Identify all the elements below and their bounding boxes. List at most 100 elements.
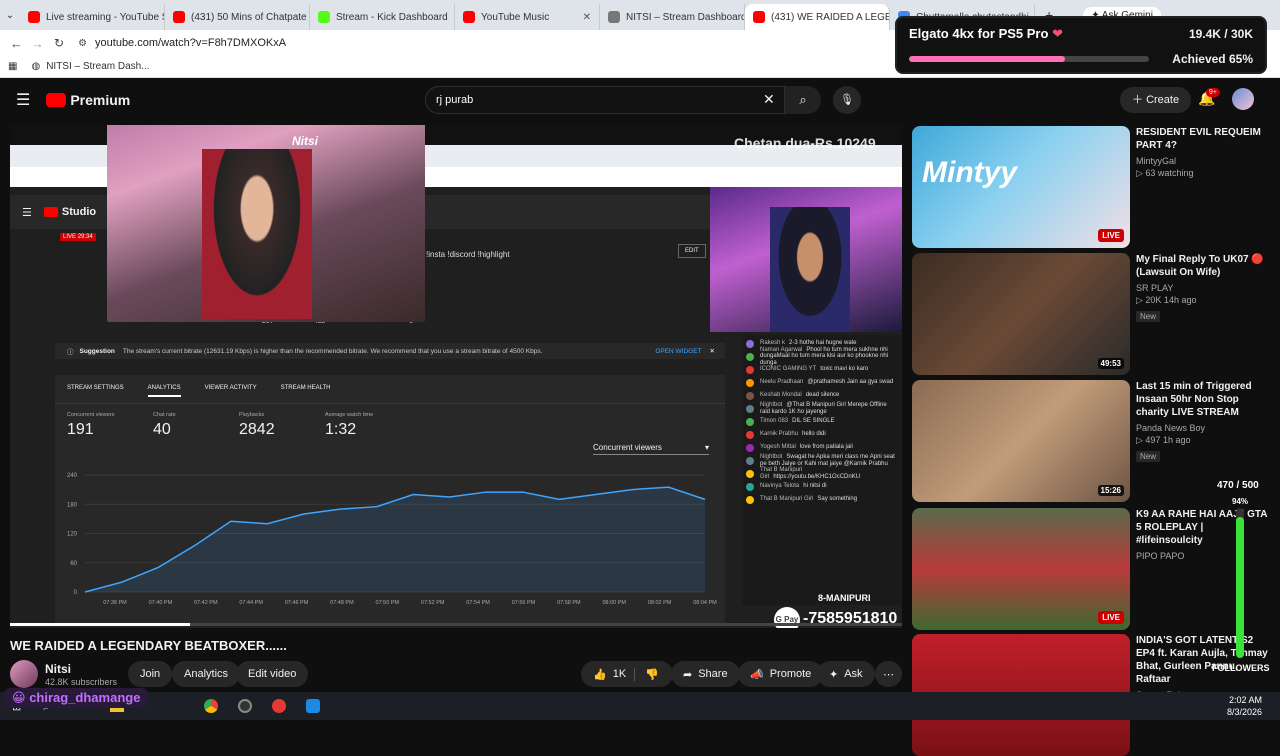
video-title[interactable]: RESIDENT EVIL REQUEIM PART 4? <box>1136 126 1270 152</box>
tab-label: (431) 50 Mins of Chatpate B <box>191 11 310 23</box>
browser-tab[interactable]: NITSI – Stream Dashboard✕ <box>600 4 745 30</box>
channel-name[interactable]: Panda News Boy <box>1136 423 1270 433</box>
chat-user: Nightbot <box>760 402 783 408</box>
search-input[interactable]: rj purab <box>425 86 785 114</box>
analytics-button[interactable]: Analytics <box>172 661 241 687</box>
share-button[interactable]: ➦ Share <box>671 661 740 687</box>
apps-icon[interactable]: ▦ <box>8 61 17 72</box>
channel-name[interactable]: PIPO PAPO <box>1136 551 1270 561</box>
channel-name[interactable]: MintyyGal <box>1136 156 1270 166</box>
forward-icon[interactable]: → <box>31 36 44 51</box>
video-meta: ▷ 497 1h ago <box>1136 435 1191 445</box>
chat-text: 2-3 hothe hai hugne wale <box>789 340 857 347</box>
chat-user: Timon 083 <box>760 418 789 425</box>
x-tick-label: 07:52 PM <box>421 600 445 606</box>
tab-label: YouTube Music <box>481 11 550 23</box>
channel-name[interactable]: SR PLAY <box>1136 283 1270 293</box>
stat-value: 191 <box>67 421 94 438</box>
video-title[interactable]: INDIA'S GOT LATENT S2 EP4 ft. Karan Aujl… <box>1136 634 1270 686</box>
goal-title: Elgato 4kx for PS5 Pro <box>909 26 1049 41</box>
video-thumbnail[interactable]: Mintyy LIVE <box>912 126 1130 248</box>
avatar[interactable] <box>1232 88 1254 110</box>
tab-list-icon[interactable]: ⌄ <box>0 10 20 21</box>
chat-message: Nightbot Swagat he Apka meri class me Apn… <box>746 454 898 467</box>
stat-label: Concurrent viewers <box>67 412 115 418</box>
followers-pct: 94% <box>1232 497 1249 506</box>
edit-video-button[interactable]: Edit video <box>236 661 309 687</box>
recommended-video[interactable]: Mintyy LIVE RESIDENT EVIL REQUEIM PART 4? M… <box>912 126 1272 248</box>
like-button[interactable]: 👍 1K 👎 <box>581 661 673 687</box>
ask-button[interactable]: ✦ Ask <box>817 661 875 687</box>
taskbar-date: 8/3/2026 <box>1226 707 1262 717</box>
x-tick-label: 07:54 PM <box>466 600 490 606</box>
recommended-video[interactable]: LIVE K9 AA RAHE HAI AAJ | GTA 5 ROLEPLAY … <box>912 508 1272 630</box>
chrome-icon[interactable] <box>203 699 218 713</box>
obs-icon[interactable] <box>237 699 252 713</box>
video-title[interactable]: My Final Reply To UK07 🔴 (Lawsuit On Wif… <box>1136 253 1270 279</box>
reload-icon[interactable]: ↻ <box>54 36 64 50</box>
browser-tab[interactable]: Stream - Kick Dashboard✕ <box>310 4 455 30</box>
mic-icon[interactable]: 🎙 <box>833 86 861 114</box>
channel-avatar[interactable] <box>10 660 38 688</box>
video-title[interactable]: K9 AA RAHE HAI AAJ | GTA 5 ROLEPLAY | #l… <box>1136 508 1270 547</box>
browser-tab[interactable]: YouTube Music ✕ <box>455 4 600 30</box>
chat-avatar <box>746 404 754 413</box>
close-tab-icon[interactable]: ✕ <box>448 12 455 23</box>
goal-progress-fill <box>909 56 1065 62</box>
studio-logo-text: Studio <box>61 206 97 218</box>
video-thumbnail[interactable]: 49:53 <box>912 253 1130 375</box>
chat-text: dead silence <box>805 392 840 399</box>
chat-avatar <box>746 469 754 478</box>
followers-track <box>1236 508 1244 658</box>
goal-widget: Elgato 4kx for PS5 Pro ❤ 19.4K / 30K Ach… <box>895 16 1267 74</box>
chat-message: Neelu Pradhaan @prathamesh Jain aa gya sw… <box>746 376 898 389</box>
video-player[interactable]: ☰ Studio !insta !discord !highlight EDIT… <box>10 125 902 628</box>
search-button[interactable]: ⌕ <box>785 86 821 114</box>
live-badge: LIVE <box>1098 611 1124 624</box>
player-progress-bar[interactable] <box>10 623 902 626</box>
browser-tab[interactable]: Live streaming - YouTube St✕ <box>20 4 165 30</box>
youtube-logo-icon[interactable] <box>46 93 67 107</box>
dislike-icon[interactable]: 👎 <box>634 667 669 681</box>
bookmark-nitsi[interactable]: NITSI – Stream Dash... <box>46 61 149 72</box>
x-tick-label: 07:48 PM <box>330 600 354 606</box>
menu-icon[interactable]: ☰ <box>16 90 30 110</box>
browser-tab[interactable]: (431) WE RAIDED A LEGEND✕ <box>745 4 890 30</box>
video-thumbnail[interactable]: 15:26 <box>912 380 1130 502</box>
app-icon[interactable] <box>305 699 320 713</box>
clear-search-icon[interactable]: ✕ <box>763 91 775 108</box>
url-field[interactable]: youtube.com/watch?v=F8h7DMXOKxA <box>95 37 286 49</box>
tab-label: Live streaming - YouTube St <box>46 11 165 23</box>
video-title[interactable]: Last 15 min of Triggered Insaan 50hr Non… <box>1136 380 1270 419</box>
y-tick-label: 60 <box>70 561 77 567</box>
back-icon[interactable]: ← <box>10 36 23 51</box>
tab-favicon-icon <box>608 11 620 23</box>
site-info-icon[interactable]: ⚙ <box>78 38 87 49</box>
y-tick-label: 120 <box>67 532 78 538</box>
recommended-video[interactable]: 49:53 My Final Reply To UK07 🔴 (Lawsuit O… <box>912 253 1272 375</box>
record-icon[interactable] <box>271 699 286 713</box>
stat-label: Playbacks <box>239 412 265 418</box>
browser-tab[interactable]: (431) 50 Mins of Chatpate B✕ <box>165 4 310 30</box>
join-button[interactable]: Join <box>128 661 173 687</box>
bookmark-icon: ◍ <box>31 61 41 72</box>
more-actions-button[interactable]: ⋯ <box>875 661 902 687</box>
chat-user: Rakesh k <box>760 340 786 347</box>
studio-stats: Concurrent viewers 191 Chat rate 40 Playback… <box>55 404 725 447</box>
donation-overlay: Chetan dua-Rs.10249 <box>734 135 876 151</box>
studio-tab: STREAM HEALTH <box>280 385 331 391</box>
new-tag: New <box>1136 451 1161 462</box>
create-button[interactable]: ＋ Create <box>1120 87 1192 113</box>
suggestion-text: The stream's current bitrate (12631.19 K… <box>122 347 543 355</box>
video-thumbnail[interactable]: LIVE <box>912 508 1130 630</box>
promote-button[interactable]: 📣 Promote <box>738 661 824 687</box>
close-tab-icon[interactable]: ✕ <box>577 12 591 23</box>
taskbar-time: 2:02 AM <box>1228 695 1262 705</box>
create-label: Create <box>1146 94 1180 106</box>
channel-name[interactable]: Nitsi <box>45 662 71 676</box>
video-meta: ▷ 20K 14h ago <box>1136 295 1197 305</box>
chat-text: @prathamesh Jain aa gya swad <box>807 379 894 386</box>
close-icon: ✕ <box>709 348 715 355</box>
chat-user: ICONIC GAMING YT <box>760 366 817 373</box>
info-icon: ⓘ <box>67 349 74 356</box>
